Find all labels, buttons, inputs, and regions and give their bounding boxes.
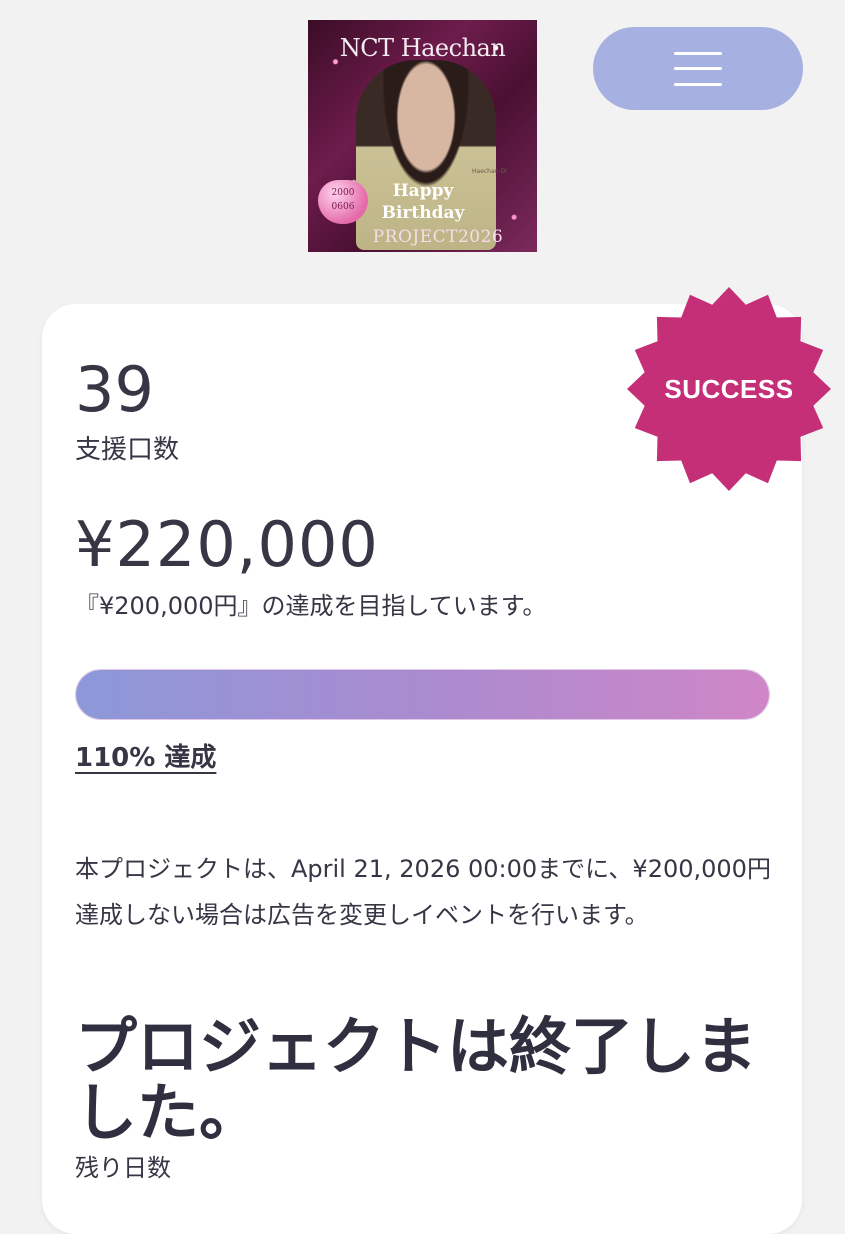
- remaining-days-label: 残り日数: [75, 1154, 171, 1182]
- progress-label-link[interactable]: 110% 達成: [75, 740, 216, 776]
- banner-project-text: PROJECT2026: [372, 227, 504, 247]
- progress-bar: [75, 669, 770, 720]
- project-ended-heading: プロジェクトは終了しました。: [75, 1010, 758, 1149]
- banner-greeting: Happy Birthday: [368, 180, 478, 224]
- backers-count: 39: [75, 353, 154, 426]
- site-header: NCT Haechan 2000 0606 Haechan-Di Happy B…: [0, 0, 845, 280]
- project-banner-image: NCT Haechan 2000 0606 Haechan-Di Happy B…: [308, 20, 537, 252]
- heart-date: 0606: [331, 202, 355, 212]
- amount-raised: ¥220,000: [75, 508, 379, 581]
- menu-button[interactable]: [593, 27, 803, 110]
- banner-signature: Haechan-Di: [472, 168, 507, 175]
- goal-text: 『¥200,000円』の達成を目指しています。: [75, 592, 547, 620]
- heart-year: 2000: [331, 188, 355, 198]
- backers-label: 支援口数: [75, 435, 180, 465]
- success-badge: SUCCESS: [626, 286, 832, 492]
- banner-greeting-line2: Birthday: [381, 203, 465, 223]
- banner-title: NCT Haechan: [339, 34, 506, 62]
- status-badge-label: SUCCESS: [664, 373, 794, 404]
- hamburger-menu-icon: [674, 51, 722, 86]
- heart-icon: 2000 0606: [318, 180, 368, 224]
- banner-greeting-line1: Happy: [392, 181, 454, 201]
- deadline-description: 本プロジェクトは、April 21, 2026 00:00までに、¥200,00…: [75, 855, 771, 929]
- progress-bar-fill: [76, 670, 769, 719]
